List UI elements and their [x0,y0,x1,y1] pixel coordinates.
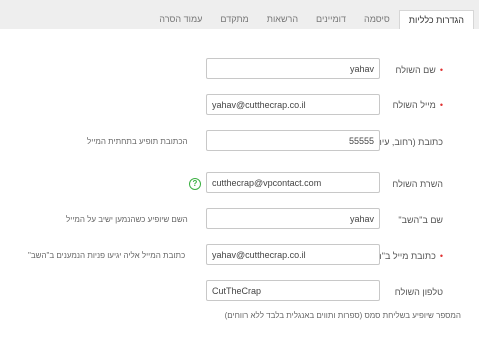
reply-email-hint: כתובת המייל אליה יגיעו פניות הנמענים ב"ה… [28,251,186,260]
reply-name-hint: השם שיופיע כשהנמען ישיב על המייל [66,215,188,224]
sender-email-input[interactable] [206,94,380,115]
sender-phone-label: טלפון השולח [394,287,443,297]
sender-name-label: •שם השולח [395,65,443,75]
sender-server-label: השרת השולח [392,179,443,189]
reply-email-input[interactable] [206,244,380,265]
tab-domains[interactable]: דומיינים [307,10,355,29]
tab-password[interactable]: סיסמה [355,10,399,29]
address-hint: הכתובת תופיע בתחתית המייל [87,137,188,146]
tab-bar: הגדרות כלליות סיסמה דומיינים הרשאות מתקד… [0,0,479,29]
address-input[interactable] [206,130,380,151]
sender-phone-input[interactable] [206,280,380,301]
sender-phone-hint: המספר שיופיע בשליחת סמס (ספרות ותווים בא… [224,311,461,320]
required-marker: • [439,65,443,75]
reply-name-input[interactable] [206,208,380,229]
help-icon[interactable]: ? [189,178,201,190]
address-label: כתובת (רחוב, עיר) [374,137,443,147]
sender-server-input[interactable] [206,172,380,193]
reply-name-label: שם ב"השב" [398,215,443,225]
sender-email-label: •מייל השולח [392,100,443,110]
required-marker: • [439,251,443,261]
tab-general-settings[interactable]: הגדרות כלליות [398,10,474,29]
tab-removal-page[interactable]: עמוד הסרה [150,10,211,29]
sender-name-input[interactable] [206,58,380,79]
tab-permissions[interactable]: הרשאות [258,10,307,29]
tab-advanced[interactable]: מתקדם [211,10,257,29]
tabs: הגדרות כלליות סיסמה דומיינים הרשאות מתקד… [150,10,474,29]
required-marker: • [439,100,443,110]
